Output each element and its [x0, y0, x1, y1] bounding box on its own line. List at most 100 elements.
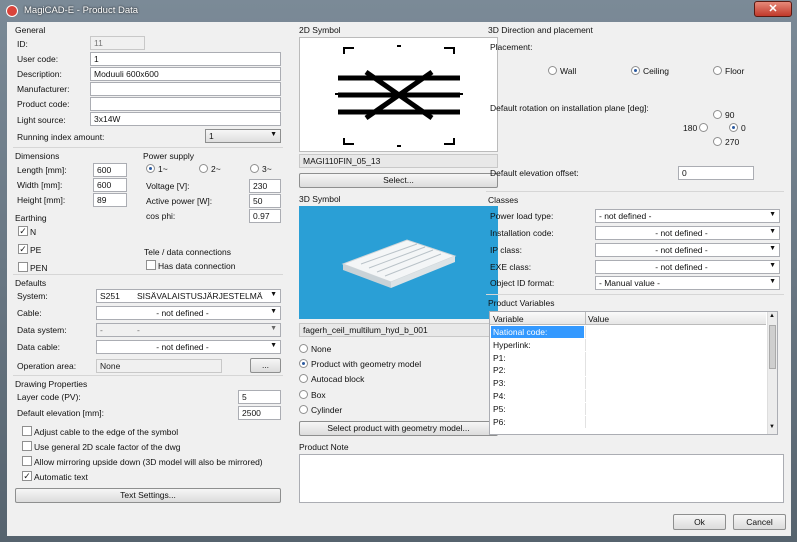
- table-row[interactable]: P2:: [490, 364, 766, 377]
- radio-dot-icon: [149, 167, 152, 170]
- cable-dropdown[interactable]: - not defined - ▼: [96, 306, 281, 320]
- active-power-label: Active power [W]:: [146, 196, 213, 206]
- rotation-0-label: 0: [741, 123, 746, 133]
- exe-class-dropdown[interactable]: - not defined - ▼: [595, 260, 780, 274]
- rotation-90-radio[interactable]: [713, 110, 722, 119]
- earthing-n-checkbox[interactable]: ✓: [18, 226, 28, 236]
- running-index-dropdown[interactable]: 1 ▼: [205, 129, 281, 143]
- geometry-cylinder-label: Cylinder: [311, 405, 343, 415]
- product-code-input[interactable]: [90, 97, 281, 111]
- text-settings-button[interactable]: Text Settings...: [15, 488, 281, 503]
- product-variables-title: Product Variables: [488, 298, 555, 308]
- placement-ceiling-radio[interactable]: [631, 66, 640, 75]
- automatic-text-checkbox[interactable]: ✓: [22, 471, 32, 481]
- scroll-down-icon[interactable]: ▼: [769, 424, 775, 430]
- symbol-3d-preview: [299, 206, 498, 319]
- power-load-dropdown[interactable]: - not defined - ▼: [595, 209, 780, 223]
- geometry-autocad-radio[interactable]: [299, 374, 308, 383]
- user-code-label: User code:: [17, 54, 59, 64]
- adjust-cable-checkbox[interactable]: [22, 426, 32, 436]
- system-dropdown[interactable]: S251 SISÄVALAISTUSJÄRJESTELMÄ ▼: [96, 289, 281, 303]
- user-code-input[interactable]: 1: [90, 52, 281, 66]
- scrollbar-thumb[interactable]: [769, 325, 776, 369]
- installation-code-dropdown[interactable]: - not defined - ▼: [595, 226, 780, 240]
- default-elevation-input[interactable]: 2500: [238, 406, 281, 420]
- table-row[interactable]: P4:: [490, 390, 766, 402]
- geometry-product-label: Product with geometry model: [311, 359, 422, 369]
- rotation-270-radio[interactable]: [713, 137, 722, 146]
- phase-2-radio[interactable]: [199, 164, 208, 173]
- scroll-up-icon[interactable]: ▲: [769, 313, 775, 319]
- width-input[interactable]: 600: [93, 178, 127, 192]
- earthing-pen-checkbox[interactable]: [18, 262, 28, 272]
- earthing-pen-label: PEN: [30, 263, 48, 273]
- rotation-180-radio[interactable]: [699, 123, 708, 132]
- drawing-properties-section-title: Drawing Properties: [15, 379, 88, 389]
- table-row[interactable]: P3:: [490, 377, 766, 390]
- ip-class-dropdown[interactable]: - not defined - ▼: [595, 243, 780, 257]
- operation-area-browse-button[interactable]: ...: [250, 358, 281, 373]
- cable-value: - not defined -: [156, 308, 209, 318]
- chevron-down-icon: ▼: [270, 342, 277, 349]
- table-header: Variable Value: [490, 312, 766, 325]
- automatic-text-label: Automatic text: [34, 472, 88, 482]
- product-note-textarea[interactable]: [299, 454, 784, 503]
- voltage-input[interactable]: 230: [249, 179, 281, 193]
- manufacturer-input[interactable]: [90, 82, 281, 96]
- placement-floor-radio[interactable]: [713, 66, 722, 75]
- geometry-box-radio[interactable]: [299, 390, 308, 399]
- placement-wall-radio[interactable]: [548, 66, 557, 75]
- ok-button[interactable]: Ok: [673, 514, 726, 530]
- exe-class-label: EXE class:: [490, 262, 532, 272]
- earthing-pe-checkbox[interactable]: ✓: [18, 244, 28, 254]
- id-field: 11: [90, 36, 145, 50]
- earthing-n-label: N: [30, 227, 37, 237]
- scale-factor-checkbox[interactable]: [22, 441, 32, 451]
- allow-mirroring-checkbox[interactable]: [22, 456, 32, 466]
- earthing-pe-label: PE: [30, 245, 42, 255]
- scrollbar[interactable]: ▲ ▼: [767, 312, 777, 434]
- radio-dot-icon: [732, 126, 735, 129]
- symbol-2d-preview: [299, 37, 498, 152]
- variable-column-header: Variable: [493, 314, 524, 324]
- rotation-0-radio[interactable]: [729, 123, 738, 132]
- select-2d-symbol-button[interactable]: Select...: [299, 173, 498, 188]
- table-row[interactable]: P5:: [490, 402, 766, 415]
- power-load-value: - not defined -: [599, 211, 652, 221]
- description-input[interactable]: Moduuli 600x600: [90, 67, 281, 81]
- geometry-none-label: None: [311, 344, 332, 354]
- product-variables-table[interactable]: Variable Value National code: Hyperlink: P…: [489, 311, 778, 435]
- layer-code-input[interactable]: 5: [238, 390, 281, 404]
- table-row[interactable]: National code:: [490, 326, 766, 338]
- chevron-down-icon: ▼: [769, 228, 776, 235]
- variable-name-cell: P2:: [493, 365, 506, 376]
- data-system-dropdown[interactable]: - - ▼: [96, 323, 281, 337]
- cancel-button[interactable]: Cancel: [733, 514, 786, 530]
- light-source-input[interactable]: 3x14W: [90, 112, 281, 126]
- has-data-connection-checkbox[interactable]: [146, 260, 156, 270]
- geometry-cylinder-radio[interactable]: [299, 405, 308, 414]
- geometry-product-radio[interactable]: [299, 359, 308, 368]
- direction-section-title: 3D Direction and placement: [488, 25, 593, 35]
- geometry-none-radio[interactable]: [299, 344, 308, 353]
- phase-1-radio[interactable]: [146, 164, 155, 173]
- object-id-dropdown[interactable]: - Manual value - ▼: [595, 276, 780, 290]
- table-row[interactable]: P1:: [490, 351, 766, 364]
- phase-3-radio[interactable]: [250, 164, 259, 173]
- check-icon: ✓: [19, 226, 27, 236]
- cosphi-input[interactable]: 0.97: [249, 209, 281, 223]
- dimensions-section-title: Dimensions: [15, 151, 60, 161]
- table-row[interactable]: P6:: [490, 415, 766, 428]
- select-geometry-model-button[interactable]: Select product with geometry model...: [299, 421, 498, 436]
- table-row[interactable]: Hyperlink:: [490, 338, 766, 351]
- active-power-input[interactable]: 50: [249, 194, 281, 208]
- earthing-section-title: Earthing: [15, 213, 47, 223]
- id-label: ID:: [17, 39, 28, 49]
- elevation-offset-input[interactable]: 0: [678, 166, 754, 180]
- close-button[interactable]: ✕: [754, 1, 792, 17]
- data-cable-dropdown[interactable]: - not defined - ▼: [96, 340, 281, 354]
- height-input[interactable]: 89: [93, 193, 127, 207]
- power-supply-section-title: Power supply: [143, 151, 195, 161]
- operation-area-field: None: [96, 359, 222, 373]
- length-input[interactable]: 600: [93, 163, 127, 177]
